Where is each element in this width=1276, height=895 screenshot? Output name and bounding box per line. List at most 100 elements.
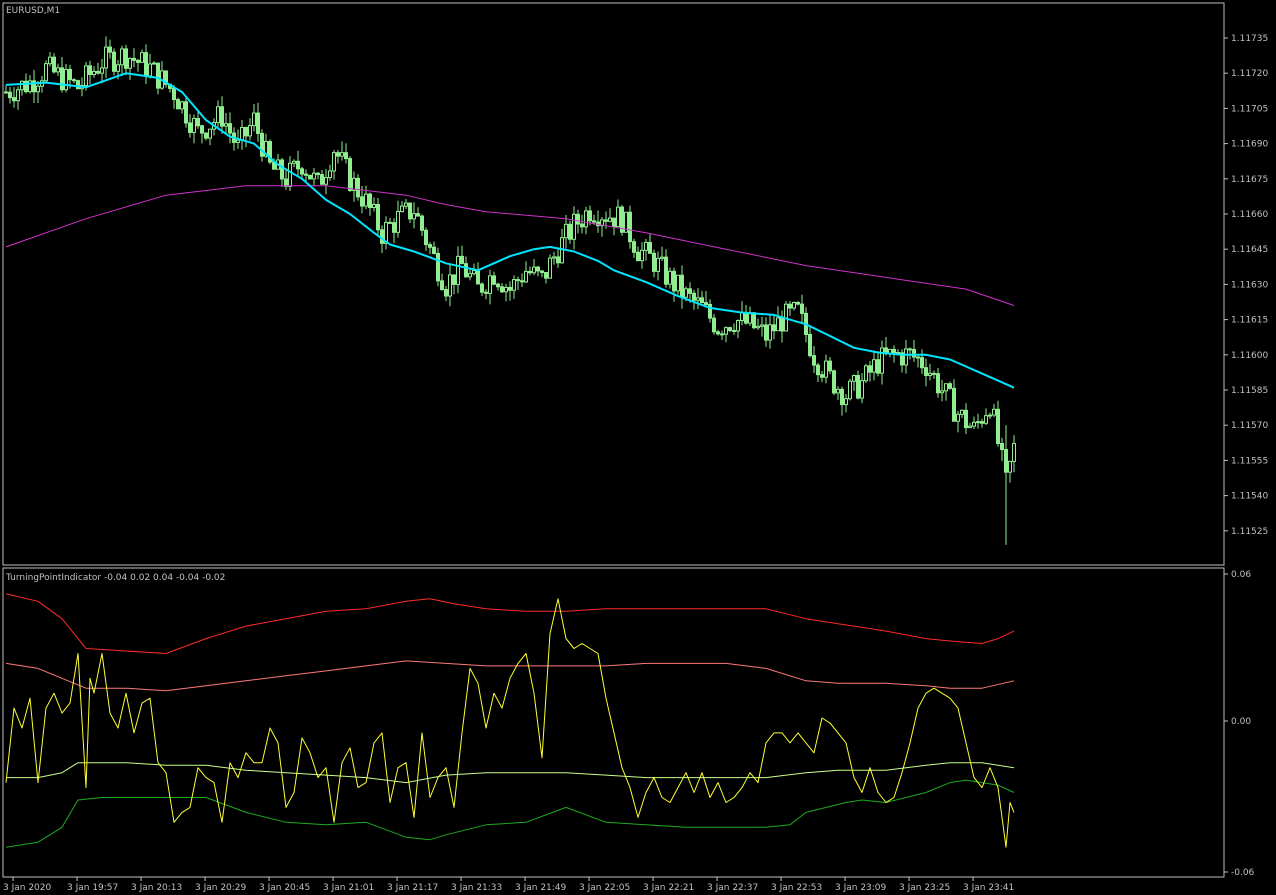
candle-body bbox=[824, 360, 828, 378]
candle-body bbox=[440, 280, 444, 291]
candle-body bbox=[928, 372, 932, 376]
candle-body bbox=[976, 421, 980, 424]
candle-body bbox=[544, 271, 548, 279]
candle-body bbox=[292, 160, 296, 164]
candle-body bbox=[988, 414, 992, 417]
candle-body bbox=[860, 380, 864, 399]
candle-body bbox=[1008, 460, 1012, 473]
candle-body bbox=[868, 365, 872, 373]
candle-body bbox=[244, 126, 248, 137]
candle-body bbox=[656, 257, 660, 272]
candle bbox=[784, 301, 788, 332]
candle-body bbox=[548, 257, 552, 279]
candle-body bbox=[428, 244, 432, 248]
candle-body bbox=[756, 325, 760, 329]
candle-body bbox=[920, 357, 924, 369]
candle-body bbox=[912, 348, 916, 358]
candle-body bbox=[4, 91, 8, 94]
candle-body bbox=[792, 302, 796, 309]
candle-body bbox=[360, 196, 364, 207]
time-tick-label: 3 Jan 23:25 bbox=[899, 883, 950, 893]
candle-body bbox=[364, 193, 368, 207]
candle-body bbox=[432, 246, 436, 254]
candle-body bbox=[536, 266, 540, 272]
candle-body bbox=[736, 319, 740, 332]
chart-root: EURUSD,M1 1.117351.117201.117051.116901.… bbox=[0, 0, 1276, 895]
candle-body bbox=[504, 286, 508, 293]
time-tick-label: 3 Jan 19:57 bbox=[67, 883, 118, 893]
candle-body bbox=[940, 390, 944, 394]
candle-body bbox=[512, 279, 516, 291]
price-tick-label: 1.11705 bbox=[1231, 104, 1268, 114]
candle-body bbox=[516, 279, 520, 282]
candle-body bbox=[140, 52, 144, 63]
candle-body bbox=[712, 317, 716, 333]
candle-body bbox=[368, 193, 372, 208]
price-tick-label: 1.11615 bbox=[1231, 316, 1268, 326]
candle-body bbox=[496, 283, 500, 288]
candle-body bbox=[944, 383, 948, 392]
candle-body bbox=[1000, 442, 1004, 451]
candle-body bbox=[636, 251, 640, 262]
candle-body bbox=[608, 217, 612, 222]
candle-body bbox=[592, 220, 596, 223]
candle-body bbox=[372, 204, 376, 208]
candle-body bbox=[436, 252, 440, 282]
candle-body bbox=[892, 348, 896, 354]
candle-body bbox=[448, 274, 452, 297]
candle-body bbox=[968, 425, 972, 429]
indicator-tick-label: 0.00 bbox=[1231, 717, 1251, 727]
candle-body bbox=[44, 63, 48, 82]
candle-body bbox=[112, 51, 116, 72]
candle-body bbox=[688, 288, 692, 294]
candle-body bbox=[408, 202, 412, 220]
candle-body bbox=[236, 139, 240, 143]
candle-body bbox=[280, 159, 284, 180]
candle-body bbox=[704, 302, 708, 305]
candle-body bbox=[564, 223, 568, 239]
price-tick-label: 1.11630 bbox=[1231, 280, 1268, 290]
candle-body bbox=[296, 160, 300, 170]
candle-body bbox=[404, 202, 408, 207]
time-tick-label: 3 Jan 22:05 bbox=[579, 883, 630, 893]
candle bbox=[356, 174, 360, 201]
candle-body bbox=[576, 213, 580, 225]
candle-body bbox=[52, 56, 56, 73]
time-tick-label: 3 Jan 21:49 bbox=[515, 883, 567, 893]
candle-body bbox=[48, 56, 52, 65]
price-tick-label: 1.11525 bbox=[1231, 527, 1268, 537]
candle-body bbox=[700, 297, 704, 304]
candle-body bbox=[216, 106, 220, 124]
time-tick-label: 3 Jan 23:41 bbox=[963, 883, 1014, 893]
candle-body bbox=[640, 249, 644, 262]
candle-body bbox=[500, 286, 504, 293]
candle-body bbox=[852, 375, 856, 382]
candle-body bbox=[908, 348, 912, 351]
candle-body bbox=[252, 112, 256, 127]
candle-body bbox=[392, 222, 396, 233]
price-tick-label: 1.11735 bbox=[1231, 34, 1268, 44]
candle-body bbox=[320, 174, 324, 185]
time-tick-label: 3 Jan 2020 bbox=[3, 883, 51, 893]
candle-body bbox=[484, 291, 488, 294]
price-tick-label: 1.11585 bbox=[1231, 386, 1268, 396]
candle-body bbox=[632, 241, 636, 253]
candle-body bbox=[872, 359, 876, 373]
time-tick-label: 3 Jan 21:01 bbox=[323, 883, 374, 893]
candle-body bbox=[720, 333, 724, 336]
candle-body bbox=[692, 292, 696, 301]
candle-body bbox=[476, 270, 480, 285]
candle-body bbox=[72, 79, 76, 82]
candle-body bbox=[180, 101, 184, 110]
candle-body bbox=[508, 286, 512, 291]
candle-body bbox=[724, 327, 728, 335]
candle-body bbox=[936, 373, 940, 394]
candle-body bbox=[156, 62, 160, 89]
candle-body bbox=[84, 65, 88, 86]
candle-body bbox=[60, 67, 64, 91]
time-tick-label: 3 Jan 20:13 bbox=[131, 883, 182, 893]
candle-body bbox=[752, 312, 756, 329]
candle bbox=[76, 79, 80, 90]
candle-body bbox=[452, 274, 456, 285]
candle-body bbox=[984, 415, 988, 424]
